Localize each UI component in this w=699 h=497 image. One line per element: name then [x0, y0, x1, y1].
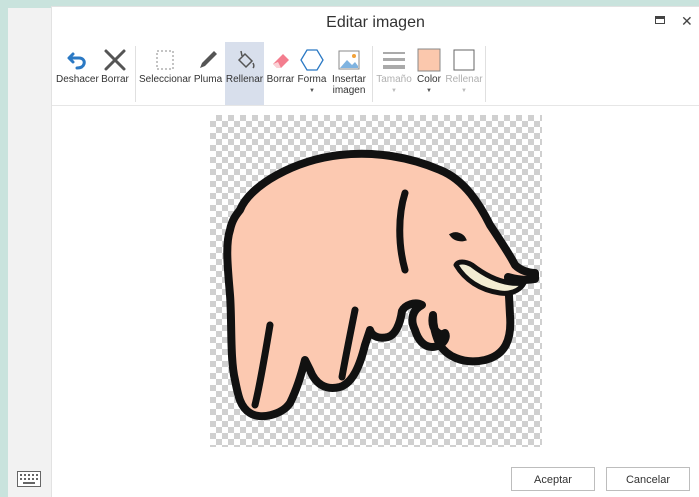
clear-label: Borrar	[101, 74, 129, 85]
chevron-down-icon: ▼	[391, 88, 397, 94]
fill-label: Rellenar	[225, 74, 264, 85]
eraser-icon	[272, 54, 289, 68]
keyboard-icon[interactable]	[17, 471, 41, 487]
fill-swatch-icon	[453, 49, 475, 71]
left-panel	[8, 8, 52, 497]
separator	[485, 46, 486, 102]
edit-image-dialog: Editar imagen ✕ Deshacer Borrar Seleccio…	[52, 7, 699, 497]
pen-label: Pluma	[193, 74, 223, 85]
eraser-button[interactable]: Borrar	[265, 42, 296, 106]
fill-option-button[interactable]: Rellenar ▼	[445, 42, 483, 106]
shape-label: Forma	[297, 74, 327, 85]
color-swatch-icon	[417, 48, 441, 72]
chevron-down-icon: ▼	[461, 88, 467, 94]
image-icon	[338, 50, 360, 70]
select-label: Seleccionar	[139, 74, 192, 85]
hexagon-icon	[300, 49, 324, 71]
size-button[interactable]: Tamaño ▼	[375, 42, 413, 106]
insert-image-button[interactable]: Insertar imagen	[328, 42, 370, 106]
elephant-eye	[448, 232, 467, 242]
x-icon	[104, 49, 126, 71]
separator	[372, 46, 373, 102]
line-weight-icon	[383, 52, 405, 69]
undo-icon	[67, 52, 86, 70]
eraser-label: Borrar	[266, 74, 295, 85]
close-icon[interactable]: ✕	[681, 14, 693, 28]
select-icon	[156, 50, 174, 70]
toolbar-divider	[52, 105, 699, 106]
color-button[interactable]: Color ▼	[413, 42, 445, 106]
paint-bucket-icon	[237, 50, 254, 69]
image-canvas[interactable]	[210, 115, 542, 447]
size-label: Tamaño	[376, 74, 412, 85]
cancel-button[interactable]: Cancelar	[606, 467, 690, 491]
elephant-drawing	[223, 149, 539, 421]
pen-icon	[200, 51, 217, 68]
separator	[135, 46, 136, 102]
insert-image-label: Insertar imagen	[332, 74, 366, 96]
chevron-down-icon: ▼	[309, 88, 315, 94]
pen-button[interactable]: Pluma	[192, 42, 224, 106]
dialog-title: Editar imagen	[326, 14, 425, 31]
undo-button[interactable]: Deshacer	[56, 42, 99, 106]
clear-button[interactable]: Borrar	[98, 42, 132, 106]
fill-option-label: Rellenar	[445, 74, 483, 85]
fill-button[interactable]: Rellenar	[225, 42, 264, 106]
toolbar: Deshacer Borrar Seleccionar Pluma Rellen…	[52, 42, 699, 106]
undo-label: Deshacer	[56, 74, 99, 85]
color-label: Color	[417, 74, 441, 85]
accept-button[interactable]: Aceptar	[511, 467, 595, 491]
maximize-icon[interactable]	[655, 16, 665, 24]
chevron-down-icon: ▼	[426, 88, 432, 94]
shape-button[interactable]: Forma ▼	[296, 42, 328, 106]
select-button[interactable]: Seleccionar	[139, 42, 191, 106]
